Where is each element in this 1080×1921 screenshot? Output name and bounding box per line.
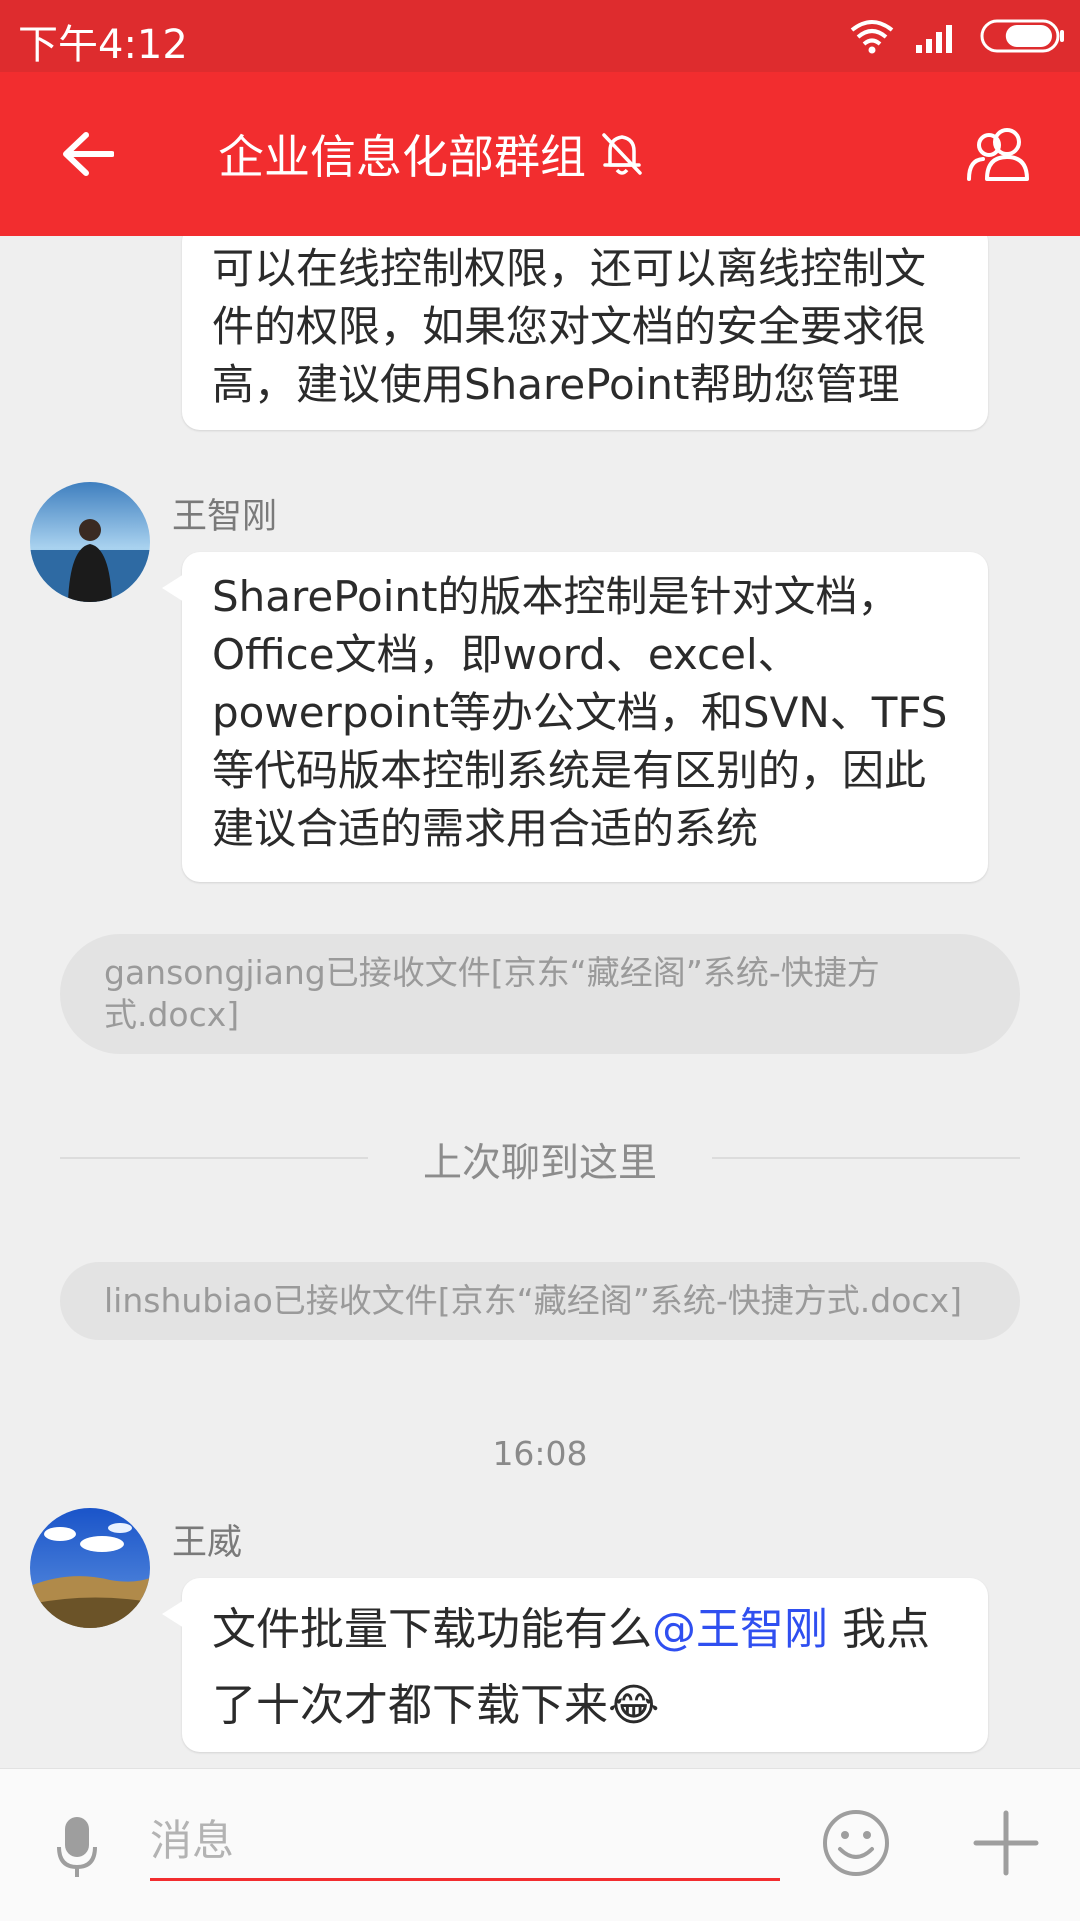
message-input[interactable]	[150, 1803, 780, 1881]
input-bar	[0, 1768, 1080, 1921]
back-button[interactable]	[48, 114, 128, 194]
message-bubble[interactable]: 文件批量下载功能有么@王智刚 我点了十次才都下载下来😂	[162, 1578, 988, 1752]
message-bubble[interactable]: SharePoint的版本控制是针对文档，Office文档，即word、exce…	[162, 552, 988, 882]
microphone-icon	[57, 1817, 97, 1877]
message-text: 可以在线控制权限，还可以离线控制文件的权限，如果您对文档的安全要求很高，建议使用…	[212, 244, 927, 409]
status-bar: 下午4:12	[0, 0, 1080, 72]
emoji-laughing: 😂	[608, 1680, 660, 1731]
system-message-text: linshubiao已接收文件[京东“藏经阁”系统-快捷方式.docx]	[104, 1281, 962, 1320]
bell-off-icon	[602, 133, 642, 175]
avatar[interactable]	[30, 1508, 150, 1628]
battery-icon	[980, 19, 1064, 53]
app-bar: 企业信息化部群组	[0, 72, 1080, 236]
sender-name: 王智刚	[172, 497, 278, 537]
emoji-button[interactable]	[820, 1807, 892, 1879]
group-members-icon	[967, 128, 1029, 181]
system-message: gansongjiang已接收文件[京东“藏经阁”系统-快捷方式.docx]	[60, 934, 1020, 1054]
divider-line-right	[712, 1157, 1020, 1159]
system-message-text: gansongjiang已接收文件[京东“藏经阁”系统-快捷方式.docx]	[104, 953, 880, 1034]
status-time: 下午4:12	[18, 22, 188, 68]
plus-icon	[973, 1810, 1039, 1876]
more-button[interactable]	[970, 1807, 1042, 1879]
avatar[interactable]	[30, 482, 150, 602]
voice-button[interactable]	[44, 1809, 110, 1885]
message-text: SharePoint的版本控制是针对文档，Office文档，即word、exce…	[212, 572, 948, 853]
sender-name: 王威	[172, 1523, 243, 1563]
group-members-button[interactable]	[956, 112, 1040, 196]
arrow-left-icon	[63, 132, 114, 176]
message-bubble[interactable]: 可以在线控制权限，还可以离线控制文件的权限，如果您对文档的安全要求很高，建议使用…	[182, 236, 988, 430]
last-read-divider: 上次聊到这里	[422, 1141, 657, 1186]
status-icons	[850, 14, 1066, 58]
wifi-icon	[850, 20, 894, 54]
system-message: linshubiao已接收文件[京东“藏经阁”系统-快捷方式.docx]	[60, 1262, 1020, 1340]
smiley-icon	[823, 1810, 889, 1876]
title-area: 企业信息化部群组	[218, 122, 644, 186]
chat-title: 企业信息化部群组	[218, 130, 586, 184]
message-text: 文件批量下载功能有么	[212, 1604, 652, 1655]
mention-link[interactable]: @王智刚	[652, 1604, 828, 1655]
timestamp: 16:08	[492, 1434, 588, 1473]
chat-message-list[interactable]: 可以在线控制权限，还可以离线控制文件的权限，如果您对文档的安全要求很高，建议使用…	[0, 236, 1080, 1768]
signal-icon	[916, 25, 952, 53]
